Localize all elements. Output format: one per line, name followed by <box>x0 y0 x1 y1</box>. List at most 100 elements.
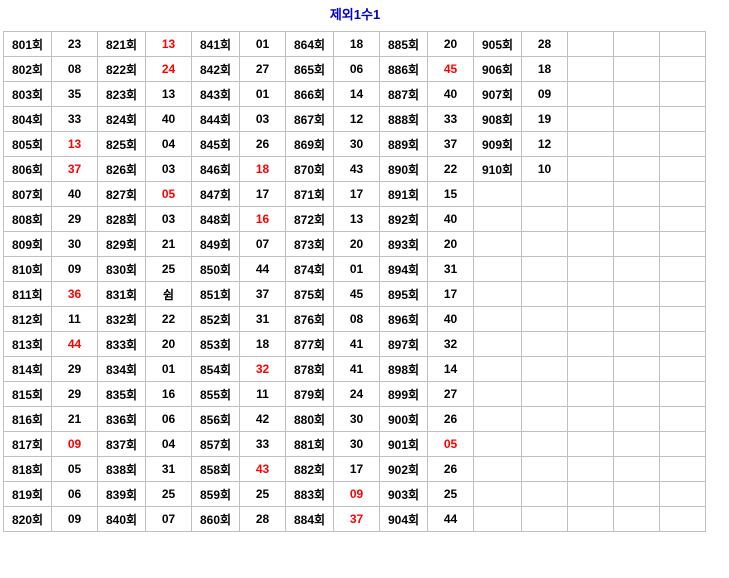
round-label-cell: 806회 <box>3 156 52 182</box>
round-label-cell: 892회 <box>379 206 428 232</box>
round-value-cell: 30 <box>51 231 98 257</box>
empty-cell <box>567 406 614 432</box>
round-label-cell: 843회 <box>191 81 240 107</box>
round-label-cell: 903회 <box>379 481 428 507</box>
empty-cell <box>567 181 614 207</box>
rounds-table-body: 801회 23 821회 13 841회 01 864회 18 885회 20 905회 28 802회… <box>3 31 706 532</box>
round-label-cell: 896회 <box>379 306 428 332</box>
empty-cell <box>567 231 614 257</box>
empty-cell <box>567 131 614 157</box>
round-label-cell: 878회 <box>285 356 334 382</box>
empty-cell <box>567 506 614 532</box>
round-label-cell: 875회 <box>285 281 334 307</box>
round-label-cell: 841회 <box>191 31 240 57</box>
round-label-cell <box>473 381 522 407</box>
round-label-cell: 873회 <box>285 231 334 257</box>
empty-cell <box>567 431 614 457</box>
round-label-cell <box>473 256 522 282</box>
round-value-cell: 20 <box>427 31 474 57</box>
round-value-cell: 24 <box>333 381 380 407</box>
round-label-cell: 882회 <box>285 456 334 482</box>
round-value-cell: 33 <box>427 106 474 132</box>
round-value-cell: 13 <box>51 131 98 157</box>
round-value-cell: 32 <box>239 356 286 382</box>
round-value-cell: 31 <box>145 456 192 482</box>
empty-cell <box>567 81 614 107</box>
round-label-cell: 807회 <box>3 181 52 207</box>
round-label-cell: 859회 <box>191 481 240 507</box>
round-label-cell: 812회 <box>3 306 52 332</box>
round-label-cell <box>473 406 522 432</box>
round-value-cell: 06 <box>333 56 380 82</box>
round-label-cell: 881회 <box>285 431 334 457</box>
round-label-cell: 887회 <box>379 81 428 107</box>
round-label-cell: 872회 <box>285 206 334 232</box>
round-value-cell: 01 <box>239 81 286 107</box>
round-value-cell: 09 <box>521 81 568 107</box>
round-value-cell: 29 <box>51 356 98 382</box>
round-label-cell: 818회 <box>3 456 52 482</box>
round-value-cell: 17 <box>427 281 474 307</box>
round-label-cell: 886회 <box>379 56 428 82</box>
round-value-cell: 11 <box>51 306 98 332</box>
round-label-cell <box>473 331 522 357</box>
round-value-cell: 26 <box>427 406 474 432</box>
round-value-cell <box>521 281 568 307</box>
empty-cell <box>659 281 706 307</box>
round-label-cell: 801회 <box>3 31 52 57</box>
round-value-cell: 45 <box>333 281 380 307</box>
round-label-cell: 822회 <box>97 56 146 82</box>
empty-cell <box>659 456 706 482</box>
empty-cell <box>613 206 660 232</box>
round-label-cell: 902회 <box>379 456 428 482</box>
round-value-cell <box>521 181 568 207</box>
round-value-cell <box>521 256 568 282</box>
round-label-cell: 871회 <box>285 181 334 207</box>
round-label-cell: 814회 <box>3 356 52 382</box>
round-label-cell: 870회 <box>285 156 334 182</box>
round-label-cell: 835회 <box>97 381 146 407</box>
round-label-cell: 905회 <box>473 31 522 57</box>
round-label-cell: 840회 <box>97 506 146 532</box>
round-label-cell: 874회 <box>285 256 334 282</box>
round-value-cell <box>521 231 568 257</box>
round-label-cell: 848회 <box>191 206 240 232</box>
round-value-cell: 쉼 <box>145 281 192 307</box>
empty-cell <box>613 481 660 507</box>
round-value-cell: 44 <box>51 331 98 357</box>
table-row: 807회 40 827회 05 847회 17 871회 17 891회 15 <box>3 181 706 207</box>
round-label-cell: 832회 <box>97 306 146 332</box>
round-value-cell: 08 <box>333 306 380 332</box>
round-value-cell: 11 <box>239 381 286 407</box>
table-row: 816회 21 836회 06 856회 42 880회 30 900회 26 <box>3 406 706 432</box>
round-label-cell: 808회 <box>3 206 52 232</box>
round-value-cell: 13 <box>333 206 380 232</box>
round-value-cell: 03 <box>145 206 192 232</box>
round-value-cell: 28 <box>239 506 286 532</box>
round-label-cell: 906회 <box>473 56 522 82</box>
round-value-cell: 25 <box>239 481 286 507</box>
round-value-cell: 20 <box>333 231 380 257</box>
round-label-cell <box>473 456 522 482</box>
empty-cell <box>567 306 614 332</box>
round-value-cell <box>521 456 568 482</box>
empty-cell <box>659 131 706 157</box>
round-label-cell: 865회 <box>285 56 334 82</box>
round-value-cell: 20 <box>427 231 474 257</box>
round-value-cell: 23 <box>51 31 98 57</box>
round-label-cell: 805회 <box>3 131 52 157</box>
rounds-table: 801회 23 821회 13 841회 01 864회 18 885회 20 905회 28 802회… <box>3 31 706 532</box>
round-value-cell: 25 <box>145 481 192 507</box>
round-label-cell: 864회 <box>285 31 334 57</box>
round-value-cell: 14 <box>333 81 380 107</box>
round-value-cell: 16 <box>145 381 192 407</box>
empty-cell <box>613 456 660 482</box>
table-row: 805회 13 825회 04 845회 26 869회 30 889회 37 909회 12 <box>3 131 706 157</box>
round-value-cell: 44 <box>427 506 474 532</box>
round-label-cell: 895회 <box>379 281 428 307</box>
round-label-cell: 813회 <box>3 331 52 357</box>
round-label-cell: 811회 <box>3 281 52 307</box>
empty-cell <box>613 281 660 307</box>
empty-cell <box>659 306 706 332</box>
page-title: 제외1수1 <box>329 7 381 22</box>
